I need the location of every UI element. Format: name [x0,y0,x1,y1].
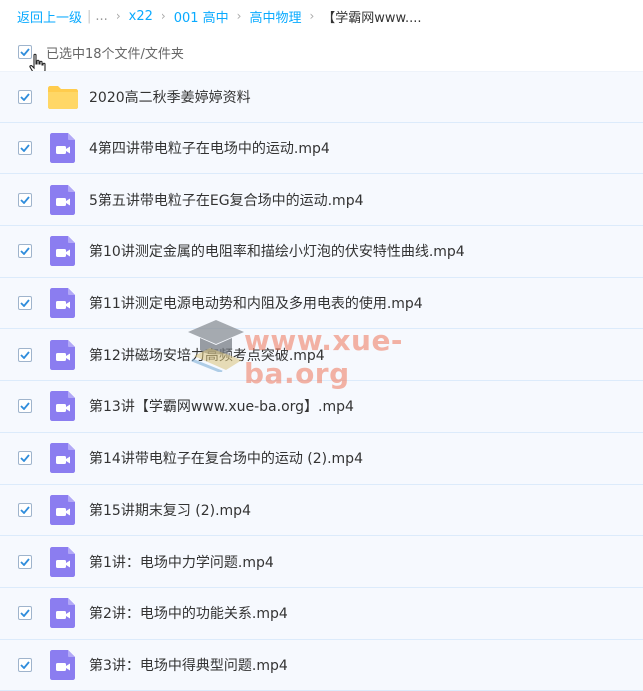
file-name[interactable]: 第10讲测定金属的电阻率和描绘小灯泡的伏安特性曲线.mp4 [89,241,465,261]
back-link[interactable]: 返回上一级 [17,7,82,26]
file-name[interactable]: 第15讲期末复习 (2).mp4 [89,500,251,520]
file-row[interactable]: 第15讲期末复习 (2).mp4 [0,484,643,537]
file-name[interactable]: 第12讲磁场安培力高频考点突破.mp4 [89,345,325,365]
row-checkbox[interactable] [18,502,32,517]
chevron-right-icon: › [160,9,166,23]
breadcrumb: 返回上一级 | ... › x22 › 001 高中 › 高中物理 › 【学霸网… [0,0,643,32]
file-row[interactable]: 第12讲磁场安培力高频考点突破.mp4 [0,329,643,382]
row-checkbox[interactable] [18,657,32,672]
file-row[interactable]: 第14讲带电粒子在复合场中的运动 (2).mp4 [0,432,643,485]
video-file-icon [50,236,75,267]
check-icon [20,661,30,669]
file-name[interactable]: 5第五讲带电粒子在EG复合场中的运动.mp4 [89,190,363,210]
file-row[interactable]: 5第五讲带电粒子在EG复合场中的运动.mp4 [0,174,643,227]
video-file-icon [50,288,75,319]
check-icon [20,299,30,308]
folder-row[interactable]: 2020高二秋季姜婷婷资料 [0,71,643,123]
check-icon [20,506,30,514]
check-icon [20,557,30,566]
video-file-icon [50,546,75,577]
file-list: 2020高二秋季姜婷婷资料 4第四讲带电粒子在电场中的运动.mp4 5第五讲带电粒子… [0,71,643,691]
check-icon [20,93,30,101]
row-checkbox[interactable] [18,192,32,207]
row-checkbox[interactable] [18,89,32,104]
breadcrumb-item-x22[interactable]: x22 [129,9,153,24]
breadcrumb-divider: | [87,8,92,24]
row-checkbox[interactable] [18,296,32,311]
file-name[interactable]: 第1讲：电场中力学问题.mp4 [89,552,274,572]
file-name[interactable]: 第3讲：电场中得典型问题.mp4 [89,655,288,675]
breadcrumb-ellipsis[interactable]: ... [95,9,107,24]
row-checkbox[interactable] [18,554,32,569]
video-file-icon [50,133,75,164]
file-row[interactable]: 4第四讲带电粒子在电场中的运动.mp4 [0,122,643,175]
chevron-right-icon: › [236,9,242,23]
row-checkbox[interactable] [18,399,32,414]
chevron-right-icon: › [309,9,315,23]
video-file-icon [50,339,75,370]
breadcrumb-current: 【学霸网www.... [322,10,422,26]
file-row[interactable]: 第13讲【学霸网www.xue-ba.org】.mp4 [0,381,643,433]
video-file-icon [50,649,75,680]
video-file-icon [50,184,75,215]
row-checkbox[interactable] [18,606,32,621]
check-icon [20,454,30,463]
chevron-right-icon: › [115,9,121,23]
row-checkbox[interactable] [18,244,32,259]
breadcrumb-item-physics[interactable]: 高中物理 [249,7,301,26]
folder-icon [48,85,78,109]
row-checkbox[interactable] [18,141,32,156]
file-row[interactable]: 第1讲：电场中力学问题.mp4 [0,536,643,588]
file-row[interactable]: 第3讲：电场中得典型问题.mp4 [0,639,643,691]
selection-bar: 已选中18个文件/文件夹 [0,34,643,70]
file-name[interactable]: 2020高二秋季姜婷婷资料 [89,87,251,107]
file-name[interactable]: 第13讲【学霸网www.xue-ba.org】.mp4 [89,396,354,416]
check-icon [20,402,30,411]
file-row[interactable]: 第10讲测定金属的电阻率和描绘小灯泡的伏安特性曲线.mp4 [0,226,643,278]
file-row[interactable]: 第2讲：电场中的功能关系.mp4 [0,587,643,640]
check-icon [20,144,30,153]
video-file-icon [50,443,75,474]
file-name[interactable]: 第2讲：电场中的功能关系.mp4 [89,603,288,623]
check-icon [20,196,30,204]
file-name[interactable]: 4第四讲带电粒子在电场中的运动.mp4 [89,138,330,158]
video-file-icon [50,598,75,629]
file-name[interactable]: 第11讲测定电源电动势和内阻及多用电表的使用.mp4 [89,293,423,313]
check-icon [20,247,30,256]
check-icon [20,351,30,359]
selection-count: 已选中18个文件/文件夹 [46,46,184,62]
row-checkbox[interactable] [18,451,32,466]
breadcrumb-item-001[interactable]: 001 高中 [174,7,229,26]
file-row[interactable]: 第11讲测定电源电动势和内阻及多用电表的使用.mp4 [0,277,643,330]
row-checkbox[interactable] [18,347,32,362]
video-file-icon [50,494,75,525]
file-name[interactable]: 第14讲带电粒子在复合场中的运动 (2).mp4 [89,448,363,468]
check-icon [20,609,30,618]
video-file-icon [50,391,75,422]
